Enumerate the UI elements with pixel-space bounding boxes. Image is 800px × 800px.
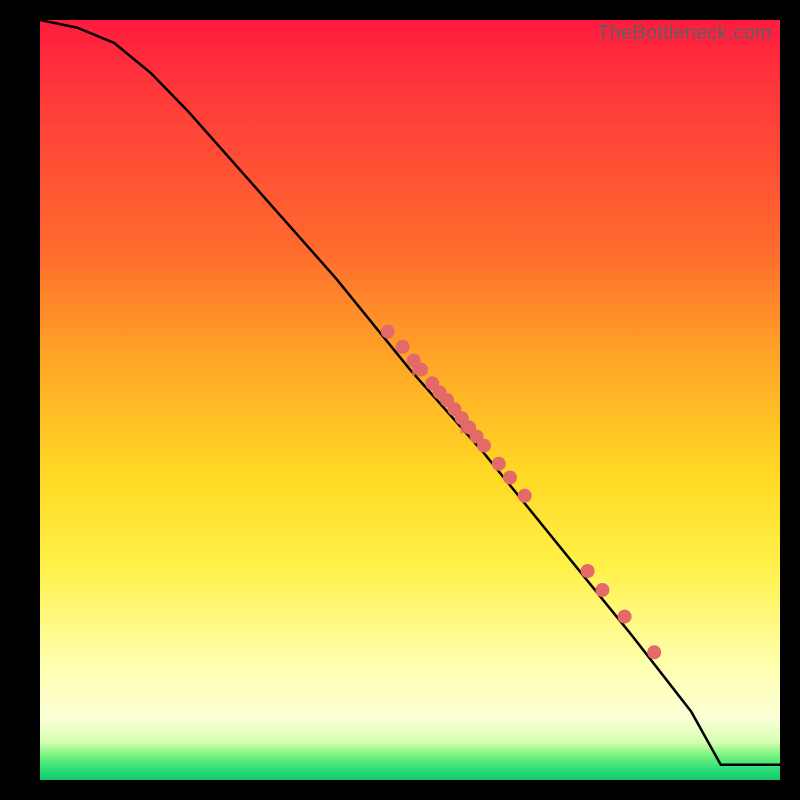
chart-container: TheBottleneck.com [0,0,800,800]
data-point [381,325,395,339]
data-point [647,645,661,659]
data-point [595,583,609,597]
data-point [396,340,410,354]
data-point [581,564,595,578]
data-point [492,457,506,471]
curve-line [40,20,780,765]
chart-svg [40,20,780,780]
data-point [503,471,517,485]
plot-area: TheBottleneck.com [40,20,780,780]
data-point [414,363,428,377]
data-point [518,489,532,503]
scatter-points [381,325,661,660]
data-point [477,439,491,453]
data-point [618,610,632,624]
